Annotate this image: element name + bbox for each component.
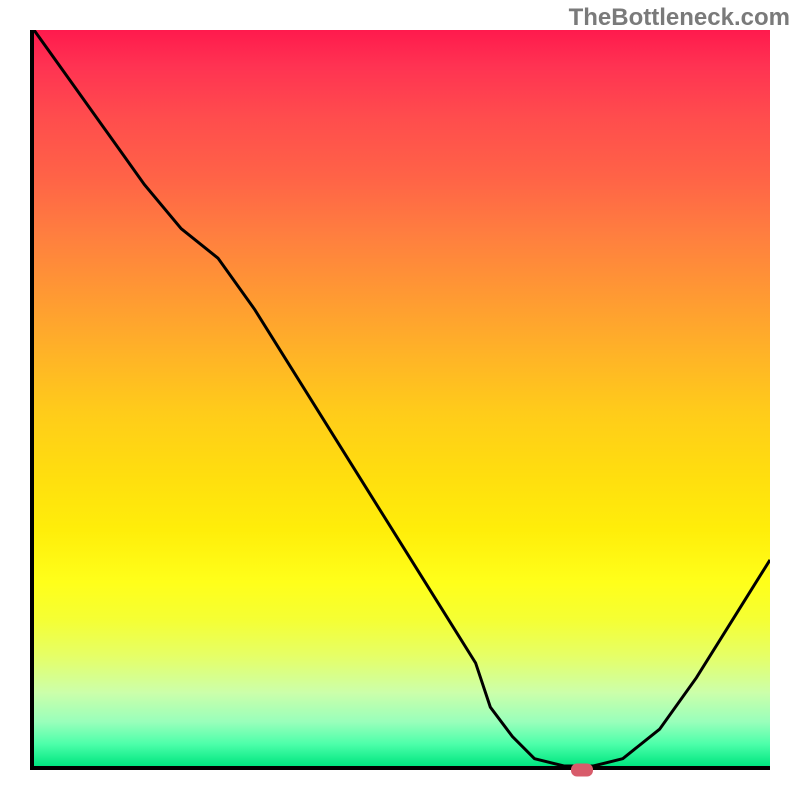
- watermark-text: TheBottleneck.com: [569, 4, 790, 32]
- chart-area: [30, 30, 770, 770]
- data-marker: [571, 764, 593, 777]
- chart-line: [34, 30, 770, 766]
